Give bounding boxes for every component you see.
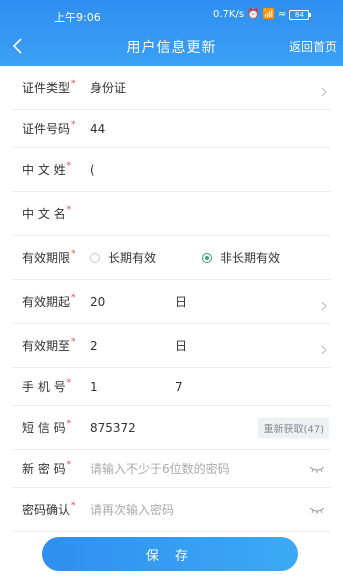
chevron-right-icon	[321, 296, 331, 310]
radio-unchecked-icon	[90, 252, 100, 263]
radio-not-long-term-label: 非长期有效	[220, 251, 281, 265]
home-link[interactable]: 返回首页	[289, 38, 337, 55]
confirm-password-row: 密码确认* 请再次输入密码	[12, 488, 331, 532]
phone-row: 手 机 号* 1 7	[12, 368, 331, 406]
validity-label: 有效期限*	[22, 249, 76, 265]
new-password-label: 新 密 码*	[22, 460, 72, 476]
save-button[interactable]: 保 存	[42, 537, 298, 571]
confirm-password-label: 密码确认*	[22, 501, 76, 517]
confirm-password-field[interactable]: 请再次输入密码	[90, 501, 331, 518]
radio-long-term[interactable]: 长期有效	[90, 249, 156, 266]
status-time: 上午9:06	[54, 11, 101, 24]
valid-to-row[interactable]: 有效期至* 2 日	[12, 324, 331, 368]
valid-from-row[interactable]: 有效期起* 20 日	[12, 280, 331, 324]
valid-from-unit: 日	[175, 295, 188, 309]
validity-row: 有效期限* 长期有效 非长期有效	[12, 236, 331, 280]
surname-row: 中 文 姓* (	[12, 148, 331, 192]
battery-icon: 84	[289, 9, 312, 20]
id-type-label: 证件类型*	[22, 79, 76, 95]
sms-code-label: 短 信 码*	[22, 419, 72, 435]
id-type-row[interactable]: 证件类型* 身份证	[12, 66, 331, 110]
id-number-label: 证件号码*	[22, 120, 76, 136]
radio-checked-icon	[202, 252, 213, 263]
given-name-label: 中 文 名*	[22, 205, 72, 221]
phone-label: 手 机 号*	[22, 378, 72, 394]
valid-to-label: 有效期至*	[22, 337, 76, 353]
given-name-row: 中 文 名*	[12, 192, 331, 236]
new-password-field[interactable]: 请输入不少于6位数的密码	[90, 460, 331, 477]
sms-code-row: 短 信 码* 875372 重新获取(47)	[12, 406, 331, 450]
surname-label: 中 文 姓*	[22, 161, 72, 177]
phone-value-tail: 7	[175, 379, 183, 394]
validity-radio-group: 长期有效 非长期有效	[90, 249, 280, 266]
id-number-field[interactable]: 44	[90, 122, 331, 136]
user-info-form: 证件类型* 身份证 证件号码* 44 中 文 姓* ( 中 文 名* 有效期限*…	[0, 66, 343, 532]
valid-from-value: 20	[90, 294, 106, 309]
chevron-right-icon	[321, 340, 331, 354]
resend-code-button[interactable]: 重新获取(47)	[258, 417, 329, 438]
status-bar: 上午9:06 0.7K/s ⏰ 📶 ≈ 84	[0, 0, 343, 30]
valid-from-label: 有效期起*	[22, 293, 76, 309]
eye-closed-icon[interactable]	[309, 506, 325, 514]
signal-icon: 📶	[262, 9, 275, 20]
id-type-value: 身份证	[90, 81, 127, 95]
header: 上午9:06 0.7K/s ⏰ 📶 ≈ 84 用户信息更新 返回首页	[0, 0, 343, 66]
eye-closed-icon[interactable]	[309, 465, 325, 473]
valid-to-value: 2	[90, 338, 98, 353]
radio-not-long-term[interactable]: 非长期有效	[202, 249, 280, 266]
surname-field[interactable]: (	[90, 163, 331, 177]
wifi-icon: ≈	[277, 9, 287, 20]
status-indicators: 0.7K/s ⏰ 📶 ≈ 84	[213, 9, 312, 20]
network-speed: 0.7K/s	[213, 9, 245, 20]
valid-to-unit: 日	[175, 339, 188, 353]
radio-long-term-label: 长期有效	[108, 251, 157, 265]
id-number-row: 证件号码* 44	[12, 110, 331, 148]
phone-field[interactable]: 1	[90, 380, 331, 394]
chevron-right-icon	[321, 82, 331, 96]
new-password-row: 新 密 码* 请输入不少于6位数的密码	[12, 450, 331, 488]
alarm-icon: ⏰	[247, 9, 260, 20]
navbar: 用户信息更新 返回首页	[0, 30, 343, 66]
